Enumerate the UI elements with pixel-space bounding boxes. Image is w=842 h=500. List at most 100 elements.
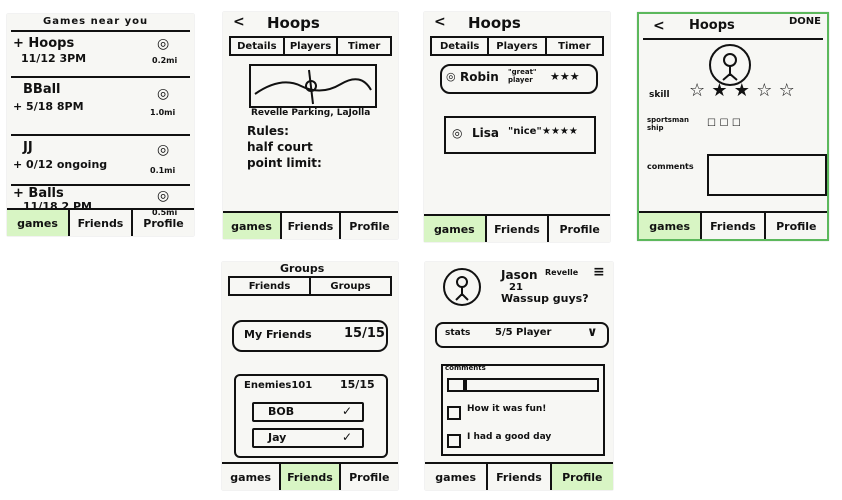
profile-status: Wassup guys? [501, 292, 589, 305]
rating-stars: ★★★ [550, 70, 580, 83]
group-card-expanded[interactable]: Enemies101 15/15 BOB ✓ Jay ✓ [234, 374, 388, 458]
back-button[interactable]: < [434, 14, 446, 30]
nav-friends[interactable]: Friends [282, 213, 341, 239]
comments-label: comments [647, 162, 694, 171]
game-item[interactable]: JJ + 0/12 ongoing ◎ 0.1mi [7, 136, 194, 182]
nav-profile[interactable]: Profile [549, 216, 610, 242]
bottom-nav: games Friends Profile [424, 214, 610, 242]
nav-games[interactable]: games [639, 213, 703, 239]
done-button[interactable]: DONE [789, 16, 821, 27]
comments-label: comments [445, 364, 486, 372]
groups-screen: Groups Friends Groups My Friends 15/15 E… [222, 262, 398, 490]
nav-friends[interactable]: Friends [488, 464, 552, 490]
game-item[interactable]: + Hoops 11/12 3PM ◎ 0.2mi [7, 32, 194, 74]
pin-icon: ◎ [157, 142, 170, 158]
comment-text: How it was fun! [467, 404, 547, 414]
hoops-players-screen: < Hoops Details Players Timer ◎ Robin "g… [424, 12, 610, 242]
rule-item: point limit: [247, 156, 322, 170]
map-route-icon [254, 69, 372, 105]
group-count: 15/15 [340, 378, 375, 391]
player-name: Robin [460, 70, 499, 84]
nav-friends[interactable]: Friends [487, 216, 550, 242]
back-button[interactable]: < [653, 18, 665, 34]
map-image [249, 64, 377, 108]
nav-friends[interactable]: Friends [702, 213, 766, 239]
back-button[interactable]: < [233, 14, 245, 30]
comment-field[interactable] [465, 378, 599, 392]
tab-friends[interactable]: Friends [230, 278, 311, 294]
pin-icon: ◎ [157, 188, 170, 204]
comment-input[interactable] [447, 378, 465, 392]
player-card[interactable]: ◎ Robin "great" player ★★★ [440, 64, 598, 94]
nav-games[interactable]: games [222, 464, 282, 490]
screen-title: Games near you [43, 16, 149, 27]
pin-icon: ◎ [157, 36, 170, 52]
chevron-down-icon: ∨ [587, 325, 598, 340]
profile-name: Jason [501, 268, 538, 282]
avatar-icon [443, 268, 481, 306]
stats-value: 5/5 Player [495, 327, 552, 338]
stats-dropdown[interactable]: stats 5/5 Player ∨ [435, 322, 609, 348]
member-item[interactable]: Jay ✓ [252, 428, 364, 448]
bottom-nav: games Friends Profile [639, 211, 827, 239]
pin-icon: ◎ [157, 86, 170, 102]
comments-panel: comments How it was fun! I had a good da… [441, 364, 605, 456]
nav-games[interactable]: games [223, 213, 282, 239]
tab-details[interactable]: Details [231, 38, 285, 54]
sportsmanship-label: sportsman ship [647, 116, 689, 132]
nav-profile[interactable]: Profile [551, 464, 613, 490]
menu-icon[interactable]: ≡ [593, 264, 605, 280]
nav-friends[interactable]: Friends [70, 210, 133, 236]
comment-avatar [447, 434, 461, 448]
game-item[interactable]: BBall + 5/18 8PM ◎ 1.0mi [7, 78, 194, 132]
screen-title: Groups [280, 262, 325, 275]
comments-input[interactable] [707, 154, 827, 196]
tab-bar: Friends Groups [228, 276, 392, 296]
comment-text: I had a good day [467, 432, 552, 442]
nav-games[interactable]: games [424, 216, 487, 242]
tab-groups[interactable]: Groups [311, 278, 390, 294]
check-icon: ✓ [342, 404, 353, 418]
rules-label: Rules: [247, 124, 289, 138]
skill-label: skill [649, 90, 670, 100]
sportsmanship-rating[interactable]: ☐ ☐ ☐ [707, 118, 741, 129]
nav-games[interactable]: games [7, 210, 70, 236]
avatar-icon: ◎ [446, 70, 456, 83]
rate-player-screen: < Hoops DONE skill ☆ ★ ★ ☆ ☆ sportsman s… [637, 12, 829, 241]
nav-profile[interactable]: Profile [766, 213, 827, 239]
bottom-nav: games Friends Profile [7, 208, 194, 236]
screen-title: Hoops [689, 18, 735, 33]
screen-title: Hoops [468, 14, 521, 32]
hoops-details-screen: < Hoops Details Players Timer Revelle Pa… [223, 12, 398, 239]
player-name: Lisa [472, 126, 499, 140]
nav-friends[interactable]: Friends [281, 464, 341, 490]
tab-bar: Details Players Timer [229, 36, 392, 56]
skill-rating[interactable]: ☆ ★ ★ ☆ ☆ [689, 80, 795, 101]
tab-bar: Details Players Timer [430, 36, 604, 56]
profile-screen: Jason Revelle ≡ 21 Wassup guys? stats 5/… [425, 262, 613, 490]
avatar-icon: ◎ [452, 126, 463, 140]
player-card[interactable]: ◎ Lisa "nice" ★★★★ [444, 116, 596, 154]
group-count: 15/15 [344, 326, 385, 341]
tab-timer[interactable]: Timer [547, 38, 602, 54]
games-list-screen: Games near you + Hoops 11/12 3PM ◎ 0.2mi… [7, 14, 194, 236]
tab-players[interactable]: Players [285, 38, 339, 54]
location-label: Revelle Parking, LaJolla [251, 108, 371, 118]
player-nickname: "nice" [508, 126, 542, 137]
check-icon: ✓ [342, 430, 353, 444]
profile-college: Revelle [545, 268, 579, 277]
bottom-nav: games Friends Profile [222, 462, 398, 490]
nav-profile[interactable]: Profile [341, 213, 398, 239]
group-name: My Friends [244, 328, 312, 341]
nav-games[interactable]: games [425, 464, 489, 490]
nav-profile[interactable]: Profile [341, 464, 398, 490]
nav-profile[interactable]: Profile [133, 210, 194, 236]
member-item[interactable]: BOB ✓ [252, 402, 364, 422]
tab-details[interactable]: Details [432, 38, 490, 54]
player-nickname: "great" player [508, 68, 537, 84]
tab-players[interactable]: Players [489, 38, 547, 54]
screen-title: Hoops [267, 14, 320, 32]
group-card[interactable]: My Friends 15/15 [232, 320, 388, 352]
tab-timer[interactable]: Timer [338, 38, 390, 54]
bottom-nav: games Friends Profile [223, 211, 398, 239]
